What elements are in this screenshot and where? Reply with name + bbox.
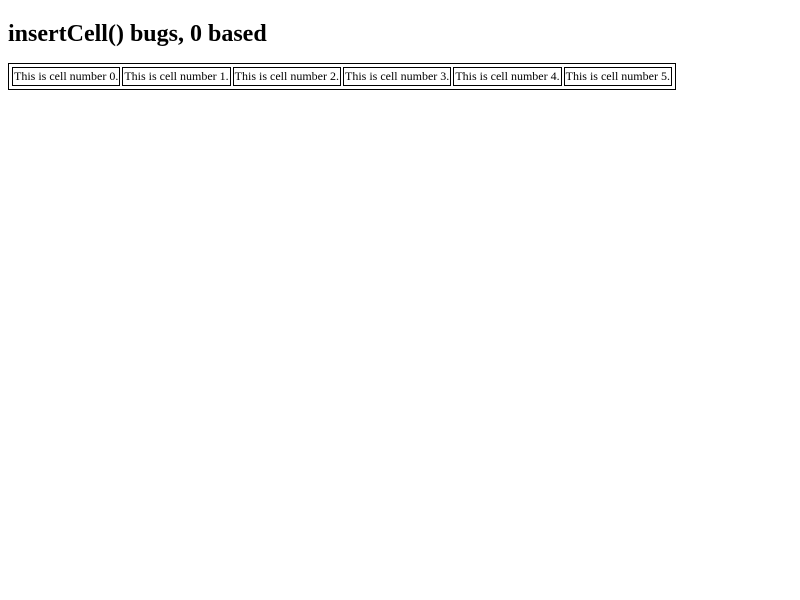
table-cell-4: This is cell number 4.	[453, 67, 562, 86]
table-cell-0: This is cell number 0.	[12, 67, 121, 86]
cells-table: This is cell number 0. This is cell numb…	[8, 63, 676, 90]
page-title: insertCell() bugs, 0 based	[8, 21, 267, 47]
table-cell-1: This is cell number 1.	[122, 67, 231, 86]
table-cell-5: This is cell number 5.	[563, 67, 672, 86]
table-row: This is cell number 0. This is cell numb…	[12, 67, 672, 86]
table-cell-3: This is cell number 3.	[342, 67, 452, 86]
page-body: insertCell() bugs, 0 based This is cell …	[0, 0, 800, 600]
table-cell-2: This is cell number 2.	[232, 67, 341, 86]
table-body: This is cell number 0. This is cell numb…	[12, 67, 672, 86]
